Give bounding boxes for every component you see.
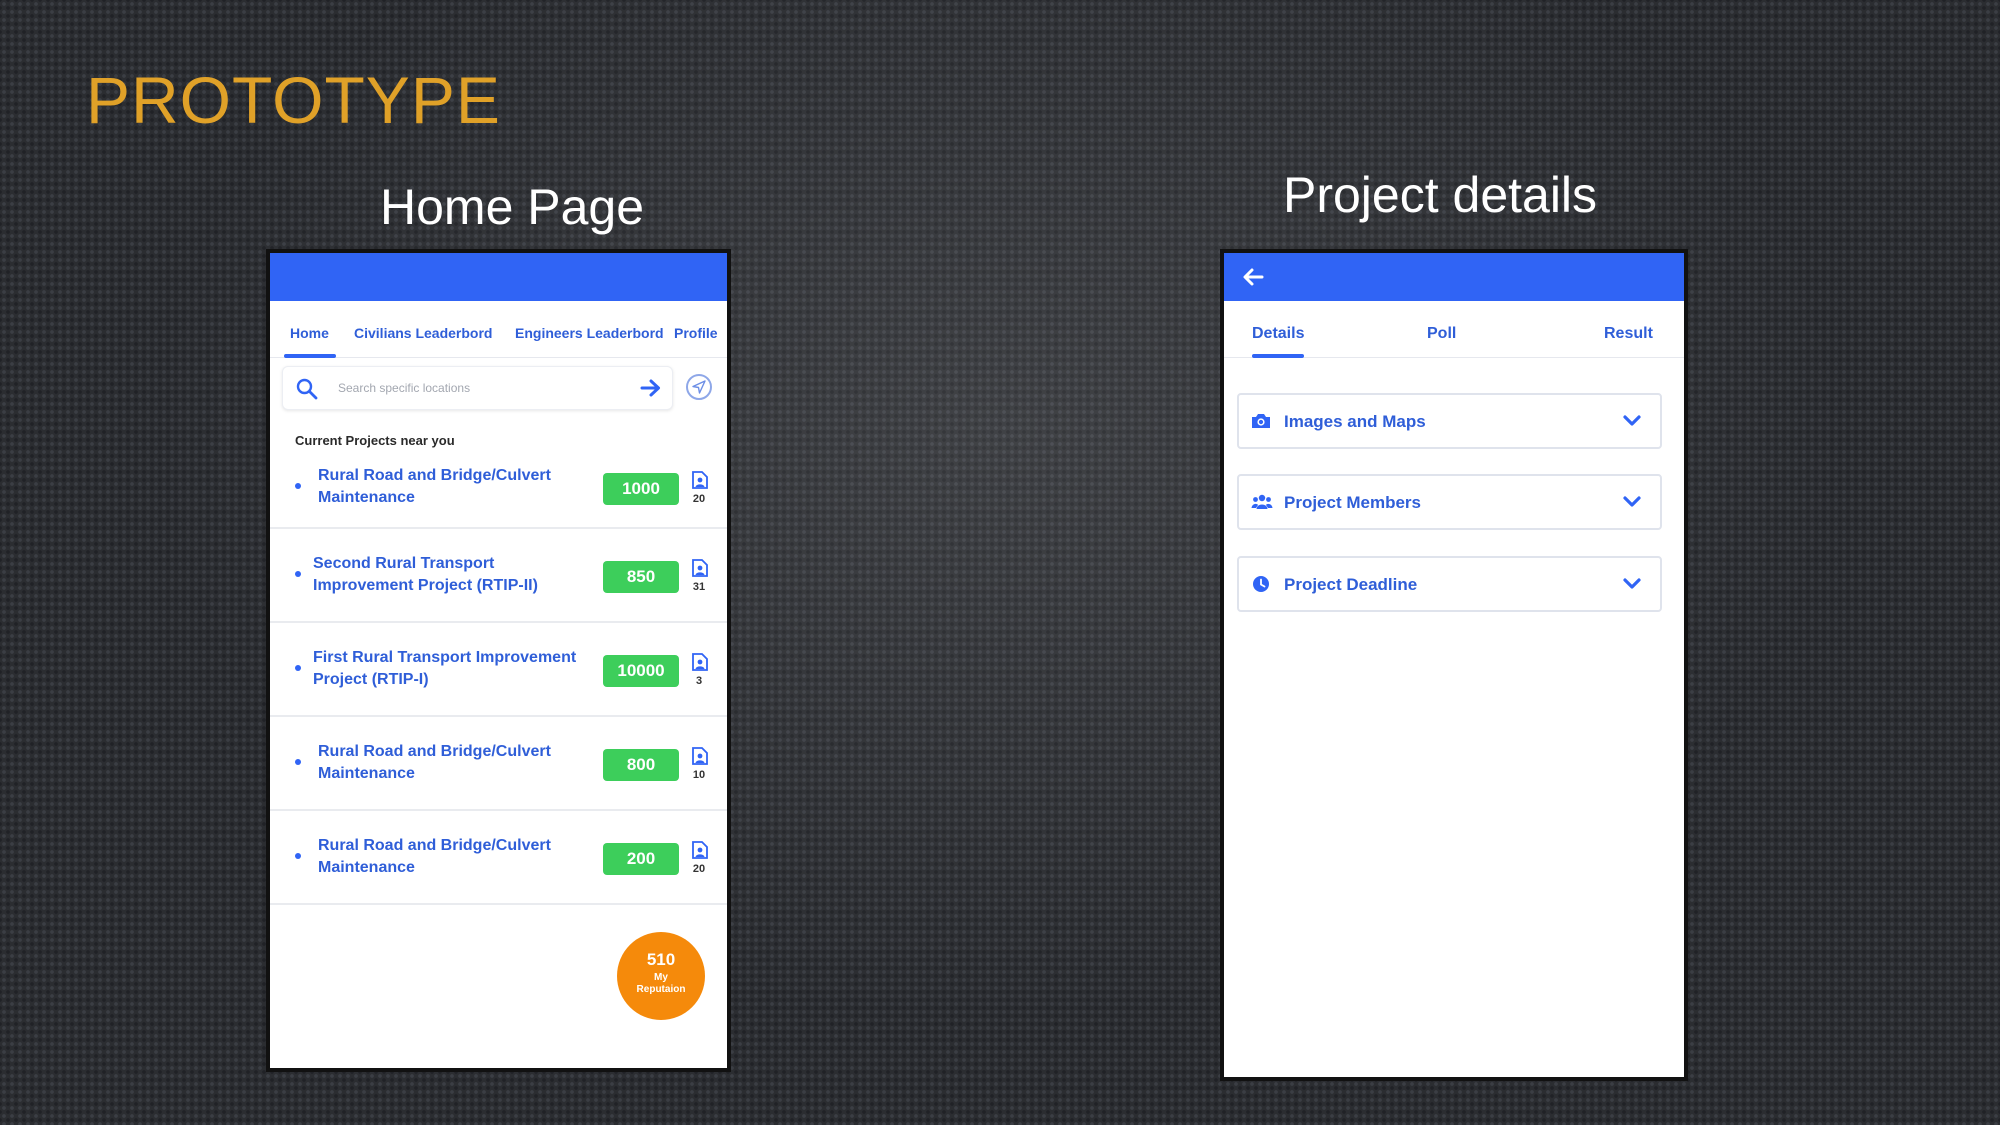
section-label: Project Deadline: [1284, 575, 1418, 594]
project-row[interactable]: Rural Road and Bridge/Culvert Maintenanc…: [270, 717, 727, 811]
project-title[interactable]: Second Rural Transport Improvement Proje…: [313, 553, 593, 597]
document-user-icon: [692, 747, 708, 765]
search-row: [270, 358, 727, 414]
project-title[interactable]: Rural Road and Bridge/Culvert Maintenanc…: [318, 741, 598, 785]
project-deadline-section[interactable]: Project Deadline: [1237, 556, 1662, 612]
home-tab-bar: Home Civilians Leaderbord Engineers Lead…: [270, 301, 727, 358]
reputation-label: My Reputaion: [636, 972, 686, 995]
bullet-dot: [295, 759, 301, 765]
bullet-dot: [295, 665, 301, 671]
bullet-dot: [295, 483, 301, 489]
score-badge: 850: [603, 561, 679, 593]
camera-icon: [1251, 412, 1271, 430]
chevron-down-icon: [1622, 413, 1642, 429]
project-row[interactable]: First Rural Transport Improvement Projec…: [270, 623, 727, 717]
chevron-down-icon: [1622, 494, 1642, 510]
active-tab-indicator: [1252, 354, 1304, 358]
slide-title: PROTOTYPE: [86, 63, 501, 137]
reputation-button[interactable]: 510 My Reputaion: [617, 932, 705, 1020]
clock-icon: [1251, 575, 1271, 593]
project-title[interactable]: Rural Road and Bridge/Culvert Maintenanc…: [318, 835, 598, 879]
project-list: Rural Road and Bridge/Culvert Maintenanc…: [270, 457, 727, 905]
score-badge: 800: [603, 749, 679, 781]
document-user-icon: [692, 653, 708, 671]
location-arrow-icon[interactable]: [686, 374, 712, 400]
project-row[interactable]: Second Rural Transport Improvement Proje…: [270, 529, 727, 623]
home-phone-mockup: Home Civilians Leaderbord Engineers Lead…: [266, 249, 731, 1072]
section-label: Current Projects near you: [295, 433, 455, 448]
tab-civilians-leaderboard[interactable]: Civilians Leaderbord: [354, 325, 492, 341]
tab-home[interactable]: Home: [290, 325, 329, 341]
project-title[interactable]: Rural Road and Bridge/Culvert Maintenanc…: [318, 465, 598, 509]
section-label: Project Members: [1284, 493, 1421, 512]
arrow-right-icon[interactable]: [640, 378, 662, 398]
document-count: 3: [695, 675, 703, 687]
project-row[interactable]: Rural Road and Bridge/Culvert Maintenanc…: [270, 811, 727, 905]
section-label: Images and Maps: [1284, 412, 1426, 431]
details-tab-bar: Details Poll Result: [1224, 301, 1684, 358]
search-box: [282, 366, 673, 410]
details-phone-mockup: Details Poll Result Images and Maps Proj…: [1220, 249, 1688, 1081]
tab-details[interactable]: Details: [1252, 325, 1304, 343]
tab-engineers-leaderboard[interactable]: Engineers Leaderbord: [515, 325, 664, 341]
app-bar: [270, 253, 727, 301]
document-user-icon: [692, 471, 708, 489]
tab-profile[interactable]: Profile: [674, 325, 718, 341]
reputation-value: 510: [646, 950, 676, 969]
document-user-icon: [692, 559, 708, 577]
score-badge: 10000: [603, 655, 679, 687]
search-input[interactable]: [338, 378, 608, 398]
project-title[interactable]: First Rural Transport Improvement Projec…: [313, 647, 593, 691]
document-count: 20: [692, 863, 706, 875]
images-and-maps-section[interactable]: Images and Maps: [1237, 393, 1662, 449]
score-badge: 200: [603, 843, 679, 875]
chevron-down-icon: [1622, 576, 1642, 592]
document-count: 20: [692, 493, 706, 505]
tab-result[interactable]: Result: [1604, 325, 1653, 343]
score-badge: 1000: [603, 473, 679, 505]
home-page-heading: Home Page: [380, 179, 645, 235]
people-icon: [1251, 493, 1273, 511]
bullet-dot: [295, 571, 301, 577]
project-row[interactable]: Rural Road and Bridge/Culvert Maintenanc…: [270, 457, 727, 529]
project-members-section[interactable]: Project Members: [1237, 474, 1662, 530]
document-count: 31: [692, 581, 706, 593]
app-bar: [1224, 253, 1684, 301]
bullet-dot: [295, 853, 301, 859]
tab-poll[interactable]: Poll: [1427, 325, 1456, 343]
document-count: 10: [692, 769, 706, 781]
back-arrow-icon[interactable]: [1240, 265, 1266, 289]
search-icon: [295, 377, 319, 401]
document-user-icon: [692, 841, 708, 859]
project-details-heading: Project details: [1283, 167, 1598, 223]
